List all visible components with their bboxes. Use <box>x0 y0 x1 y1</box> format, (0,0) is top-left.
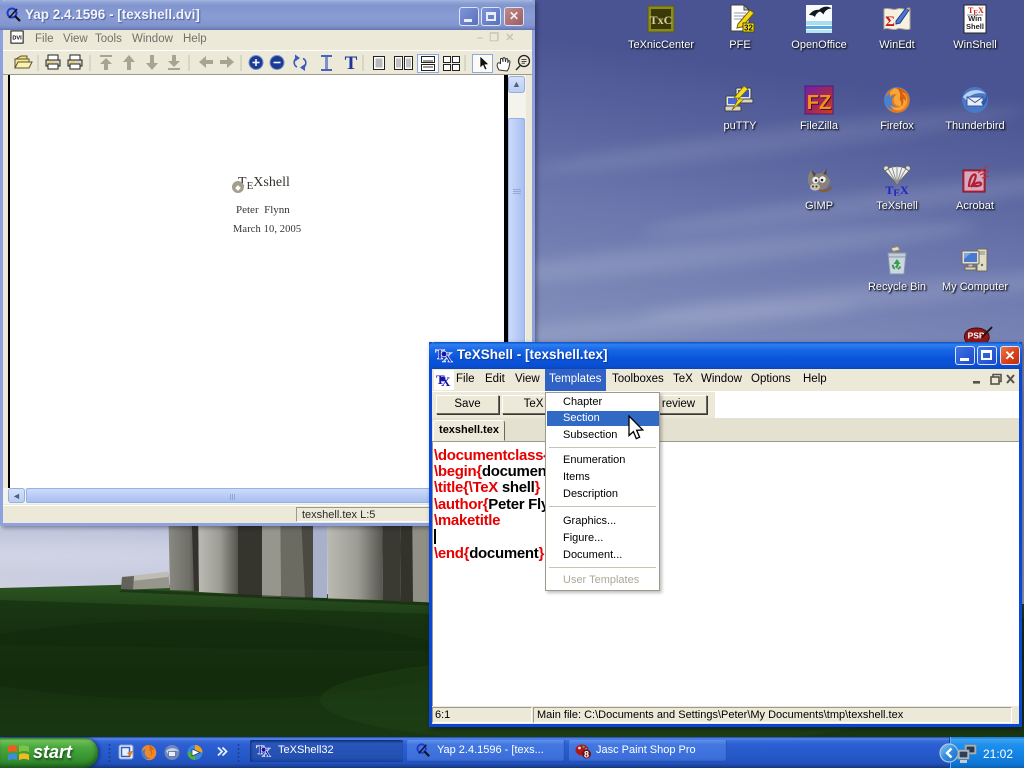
svg-text:8: 8 <box>584 750 589 760</box>
svg-text:Shell: Shell <box>966 22 984 31</box>
svg-text:T: T <box>345 53 358 74</box>
svg-text:TxC: TxC <box>650 13 673 27</box>
svg-text:32: 32 <box>744 24 753 33</box>
svg-text:TEX: TEX <box>885 183 909 196</box>
svg-text:Σ: Σ <box>885 14 895 30</box>
svg-text:DVI: DVI <box>12 35 22 41</box>
svg-text:FZ: FZ <box>807 92 831 114</box>
svg-text:PSP: PSP <box>968 330 985 340</box>
svg-text:21:02: 21:02 <box>983 747 1013 761</box>
